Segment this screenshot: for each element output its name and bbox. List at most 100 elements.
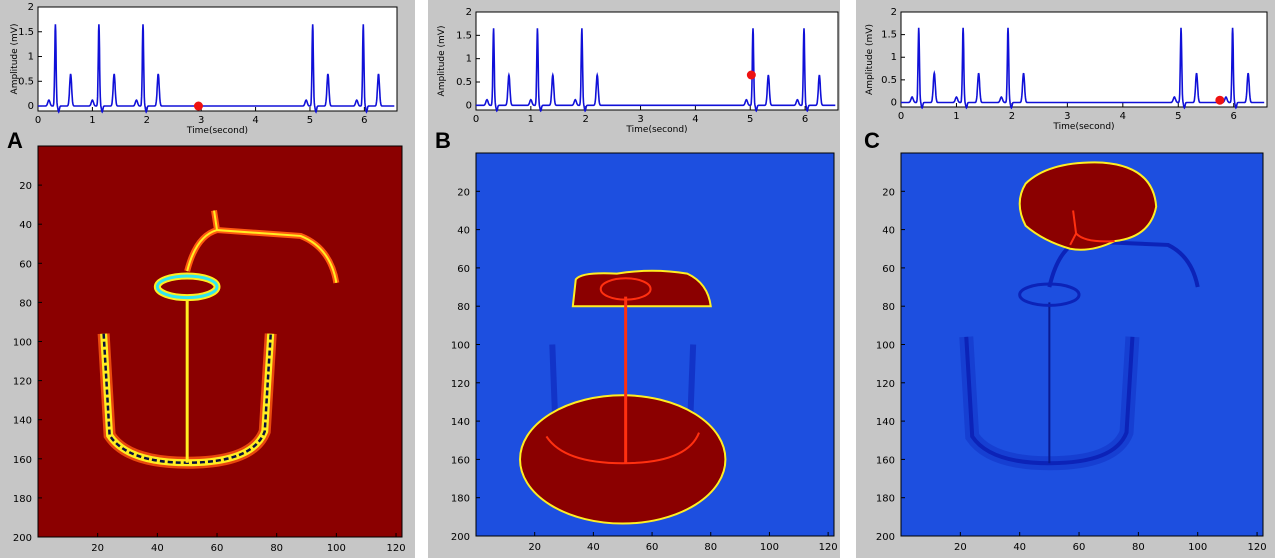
heatmap-c: 20 40 60 80 100 120 20 40 60 80 100 120 140 160 180 200 — [876, 152, 1267, 553]
x-tick-label: 6 — [361, 115, 367, 126]
x-tick-label: 0 — [35, 115, 41, 126]
x-tick-label: 2 — [583, 114, 589, 125]
panel-c: 0 1 2 3 4 5 6 0 0.5 1 1.5 2 Time(second) Amplitude (m… — [856, 0, 1275, 558]
heat-x-tick-label: 20 — [954, 542, 967, 553]
current-time-marker — [1215, 95, 1225, 105]
heat-y-tick-label: 100 — [451, 341, 470, 352]
y-tick-label: 1 — [466, 54, 472, 65]
heat-x-tick-label: 40 — [1013, 542, 1026, 553]
y-tick-label: 0 — [28, 101, 34, 112]
heat-y-tick-label: 180 — [451, 494, 470, 505]
heat-x-tick-label: 120 — [819, 542, 838, 553]
panel-letter-b: B — [435, 128, 451, 153]
heat-x-tick-label: 80 — [1132, 542, 1145, 553]
x-tick-label: 2 — [144, 115, 150, 126]
heat-y-tick-label: 180 — [13, 494, 32, 505]
heat-y-tick-label: 120 — [451, 379, 470, 390]
heat-x-tick-label: 100 — [760, 542, 779, 553]
heat-y-tick-label: 80 — [457, 302, 470, 313]
heat-y-tick-label: 20 — [457, 187, 470, 198]
trace-axes-box — [37, 6, 398, 112]
heat-y-tick-label: 200 — [451, 532, 470, 543]
trace-plot-c: 0 1 2 3 4 5 6 0 0.5 1 1.5 2 Time(second) Amplitude (m… — [865, 7, 1268, 132]
heat-x-tick-label: 100 — [327, 543, 346, 554]
heat-y-tick-label: 120 — [876, 379, 895, 390]
heat-y-tick-label: 200 — [876, 532, 895, 543]
y-tick-label: 2 — [28, 2, 34, 13]
y-axis-label: Amplitude (mV) — [865, 24, 875, 95]
x-tick-label: 3 — [637, 114, 643, 125]
x-tick-label: 1 — [953, 111, 959, 122]
heat-y-tick-label: 60 — [19, 259, 32, 270]
heat-y-tick-label: 140 — [451, 417, 470, 428]
x-tick-label: 4 — [1120, 111, 1126, 122]
trace-plot-a: 0 1 2 3 4 5 6 0 0.5 1 1.5 2 Time(second) Amplitude (m… — [10, 2, 398, 136]
x-axis-label: Time(second) — [186, 126, 248, 136]
y-tick-label: 1.5 — [881, 30, 897, 41]
x-tick-label: 6 — [802, 114, 808, 125]
heat-x-tick-label: 60 — [646, 542, 659, 553]
heat-x-tick-label: 20 — [528, 542, 541, 553]
panel-b: 0 1 2 3 4 5 6 0 0.5 1 1.5 2 Time(second) Amplitude (m… — [428, 0, 840, 558]
heat-y-tick-label: 40 — [882, 226, 895, 237]
heat-y-tick-label: 20 — [882, 187, 895, 198]
heat-x-tick-label: 100 — [1188, 542, 1207, 553]
current-time-marker — [193, 101, 203, 111]
heat-y-tick-label: 160 — [876, 455, 895, 466]
heat-y-tick-label: 140 — [876, 417, 895, 428]
heat-x-tick-label: 120 — [386, 543, 405, 554]
y-tick-label: 0 — [891, 97, 897, 108]
x-axis-label: Time(second) — [1052, 122, 1114, 132]
heat-y-tick-label: 40 — [457, 226, 470, 237]
y-axis-label: Amplitude (mV) — [437, 26, 447, 97]
heat-y-tick-label: 100 — [876, 341, 895, 352]
x-tick-label: 4 — [692, 114, 698, 125]
y-tick-label: 0 — [466, 100, 472, 111]
y-tick-label: 0.5 — [456, 77, 472, 88]
heat-y-tick-label: 100 — [13, 338, 32, 349]
heat-y-tick-label: 20 — [19, 181, 32, 192]
heat-x-tick-label: 40 — [151, 543, 164, 554]
heat-y-tick-label: 60 — [457, 264, 470, 275]
heat-y-tick-label: 60 — [882, 264, 895, 275]
panel-c-svg: 0 1 2 3 4 5 600.511.52Time(second)Amplitude (m… — [865, 7, 1268, 553]
trace-plot-b: 0 1 2 3 4 5 6 0 0.5 1 1.5 2 Time(second) Amplitude (m… — [437, 7, 839, 135]
heat-y-tick-label: 160 — [451, 455, 470, 466]
x-tick-label: 4 — [252, 115, 258, 126]
y-tick-label: 1.5 — [18, 27, 34, 38]
lower-excitation-region — [519, 394, 727, 525]
x-tick-label: 3 — [198, 115, 204, 126]
current-time-marker — [746, 70, 756, 80]
panel-b-svg: 0 1 2 3 4 5 600.511.52Time(second)Amplitude (m… — [437, 7, 839, 553]
heat-y-tick-label: 80 — [882, 302, 895, 313]
x-tick-label: 0 — [898, 111, 904, 122]
heatmap-a: 20 40 60 80 100 120 20 40 60 80 100 120 140 160 180 200 — [13, 145, 406, 554]
heat-y-tick-label: 120 — [13, 377, 32, 388]
y-tick-label: 2 — [891, 7, 897, 18]
heatmap-b: 20 40 60 80 100 120 20 40 60 80 100 120 140 160 180 200 — [451, 152, 838, 553]
x-axis-label: Time(second) — [625, 125, 687, 135]
x-tick-label: 1 — [89, 115, 95, 126]
upper-excitation-region — [571, 269, 712, 308]
heat-x-tick-label: 60 — [1073, 542, 1086, 553]
panel-letter-a: A — [7, 128, 23, 153]
panel-a: 0 1 2 3 4 5 6 0 0.5 1 1.5 2 Time(second) Amplitude (m… — [0, 0, 415, 558]
x-tick-label: 6 — [1231, 111, 1237, 122]
heat-x-tick-label: 40 — [587, 542, 600, 553]
x-tick-label: 5 — [1175, 111, 1181, 122]
y-tick-label: 1.5 — [456, 30, 472, 41]
y-tick-label: 1 — [891, 52, 897, 63]
heat-y-tick-label: 40 — [19, 220, 32, 231]
x-tick-label: 2 — [1009, 111, 1015, 122]
heat-y-tick-label: 160 — [13, 455, 32, 466]
heat-x-tick-label: 120 — [1248, 542, 1267, 553]
x-tick-label: 1 — [528, 114, 534, 125]
x-tick-label: 5 — [747, 114, 753, 125]
y-axis-label: Amplitude (mV) — [10, 24, 20, 95]
trace-axes-box — [900, 11, 1268, 108]
x-tick-label: 3 — [1064, 111, 1070, 122]
panel-letter-c: C — [864, 128, 880, 153]
y-tick-label: 1 — [28, 52, 34, 63]
x-tick-label: 0 — [473, 114, 479, 125]
heat-y-tick-label: 80 — [19, 298, 32, 309]
